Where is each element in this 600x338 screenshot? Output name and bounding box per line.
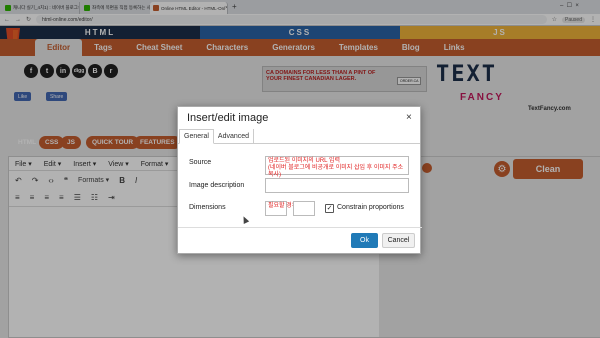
height-input[interactable] — [293, 201, 315, 216]
dialog-title: Insert/edit image — [187, 112, 269, 124]
tab-general[interactable]: General — [179, 129, 214, 144]
source-input[interactable]: 업로드된 이미지의 URL 입력 (네이버 블로그에 비공개로 이미지 삽입 후… — [265, 156, 409, 178]
tab-advanced[interactable]: Advanced — [214, 129, 255, 144]
dialog-footer-divider — [178, 227, 422, 228]
constrain-proportions-label: Constrain proportions — [337, 204, 404, 211]
dialog-tabs: General Advanced — [178, 129, 420, 144]
dimensions-label: Dimensions — [189, 204, 226, 211]
close-icon[interactable]: × — [406, 112, 412, 123]
ok-button[interactable]: Ok — [351, 233, 378, 248]
image-description-input[interactable] — [265, 178, 409, 193]
cancel-button[interactable]: Cancel — [382, 233, 415, 248]
width-input[interactable]: 필요할 경우에만 — [265, 201, 308, 216]
source-label: Source — [189, 159, 212, 166]
insert-image-dialog: Insert/edit image × General Advanced Sou… — [177, 106, 422, 254]
image-description-label: Image description — [189, 182, 245, 189]
constrain-proportions-checkbox[interactable]: ✓ — [325, 204, 334, 213]
